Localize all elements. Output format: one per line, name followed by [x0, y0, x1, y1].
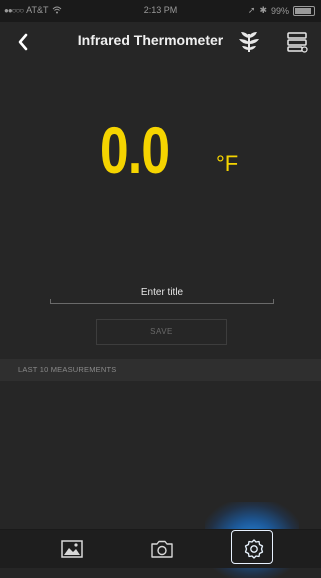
title-input[interactable]: Enter title	[52, 287, 272, 298]
measurements-header: LAST 10 MEASUREMENTS	[0, 359, 321, 381]
nav-bar: Infrared Thermometer	[0, 22, 321, 62]
location-icon: ➚	[247, 5, 256, 15]
battery-percent: 99%	[270, 5, 289, 16]
settings-tab-highlight	[231, 530, 273, 564]
bluetooth-icon: ✱	[259, 5, 267, 15]
title-input-underline	[50, 299, 274, 304]
gallery-icon	[60, 540, 83, 558]
plant-button[interactable]	[236, 28, 262, 54]
camera-icon	[150, 540, 173, 558]
temperature-unit: °F	[216, 151, 239, 176]
storage-button[interactable]	[285, 30, 309, 54]
status-bar: ●●○○○ AT&T 2:13 PM ➚ ✱ 99%	[0, 0, 321, 22]
plant-icon	[239, 32, 259, 52]
server-icon	[287, 32, 308, 53]
battery-icon	[293, 5, 315, 16]
page-title-text: Infrared Thermometer	[77, 32, 224, 48]
temperature-reading: 0.0	[100, 113, 170, 187]
tab-camera[interactable]	[108, 530, 215, 568]
page-title: Infrared Thermometer	[0, 32, 321, 48]
status-right: ➚ ✱ 99%	[248, 5, 315, 16]
save-button[interactable]: SAVE	[96, 319, 227, 345]
